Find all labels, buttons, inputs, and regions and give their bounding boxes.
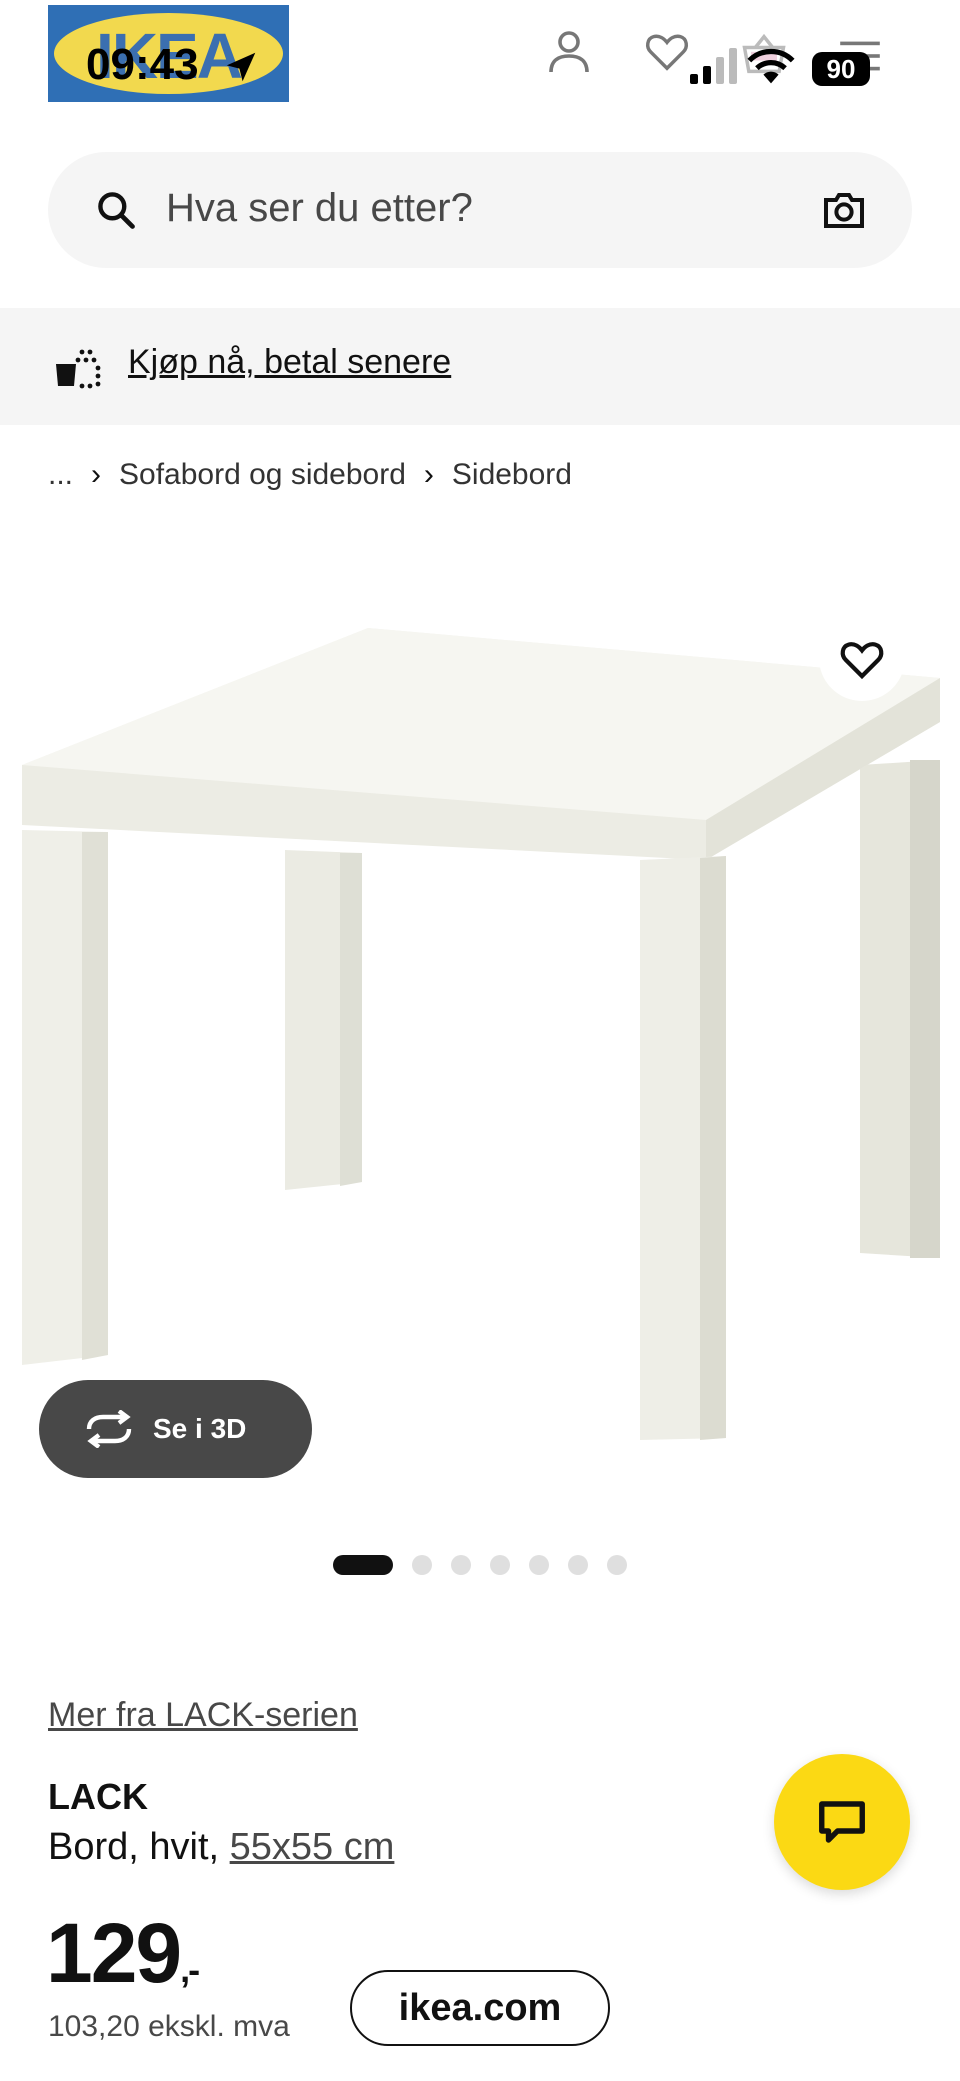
battery-indicator: 90 [812,52,870,86]
size-link[interactable]: 55x55 cm [230,1826,395,1868]
breadcrumb-ellipsis[interactable]: ... [48,458,73,492]
cellular-signal-icon [690,48,737,84]
browser-url-pill[interactable]: ikea.com [350,1970,610,2046]
carousel-dot[interactable] [529,1555,549,1575]
search-icon [98,192,135,229]
location-arrow-icon [226,52,256,82]
product-price: 129,- [46,1905,200,2002]
price-excl-vat: 103,20 ekskl. mva [48,2010,290,2043]
favorite-button[interactable] [819,615,905,701]
profile-icon[interactable] [545,28,593,78]
status-time: 09:43 [86,40,199,89]
pay-later-icon [56,349,101,389]
chevron-right-icon: › [423,458,434,491]
promo-banner[interactable]: Kjøp nå, betal senere [0,308,960,425]
carousel-dot-active[interactable] [333,1555,393,1575]
chevron-right-icon: › [91,458,102,491]
heart-icon [840,642,884,680]
product-description-text: Bord, hvit, [48,1826,230,1868]
header: IKEA 09:43 90 [0,0,960,140]
breadcrumb: ... › Sofabord og sidebord › Sidebord [48,458,572,492]
carousel-dot[interactable] [568,1555,588,1575]
breadcrumb-item-sidebord[interactable]: Sidebord [452,458,572,492]
series-link[interactable]: Mer fra LACK-serien [48,1696,358,1735]
rotate-3d-icon [86,1410,132,1448]
carousel-dot[interactable] [451,1555,471,1575]
carousel-dot[interactable] [412,1555,432,1575]
product-image[interactable] [0,560,960,1520]
wifi-icon [747,48,795,84]
promo-link[interactable]: Kjøp nå, betal senere [128,343,451,382]
price-suffix: ,- [180,1949,200,1990]
carousel-dot[interactable] [607,1555,627,1575]
product-name: LACK [48,1776,148,1817]
view-3d-label: Se i 3D [153,1413,247,1444]
product-description: Bord, hvit, 55x55 cm [48,1826,394,1869]
search-bar[interactable]: Hva ser du etter? [48,152,912,268]
chat-button[interactable] [774,1754,910,1890]
wishlist-heart-icon[interactable] [644,28,690,74]
price-value: 129 [46,1906,182,2000]
carousel-dots [333,1555,646,1575]
carousel-dot[interactable] [490,1555,510,1575]
view-3d-button[interactable]: Se i 3D [39,1380,312,1478]
camera-search-icon[interactable] [820,188,868,232]
breadcrumb-item-sofabord[interactable]: Sofabord og sidebord [119,458,406,492]
search-input[interactable]: Hva ser du etter? [166,186,473,231]
chat-icon [819,1801,865,1843]
